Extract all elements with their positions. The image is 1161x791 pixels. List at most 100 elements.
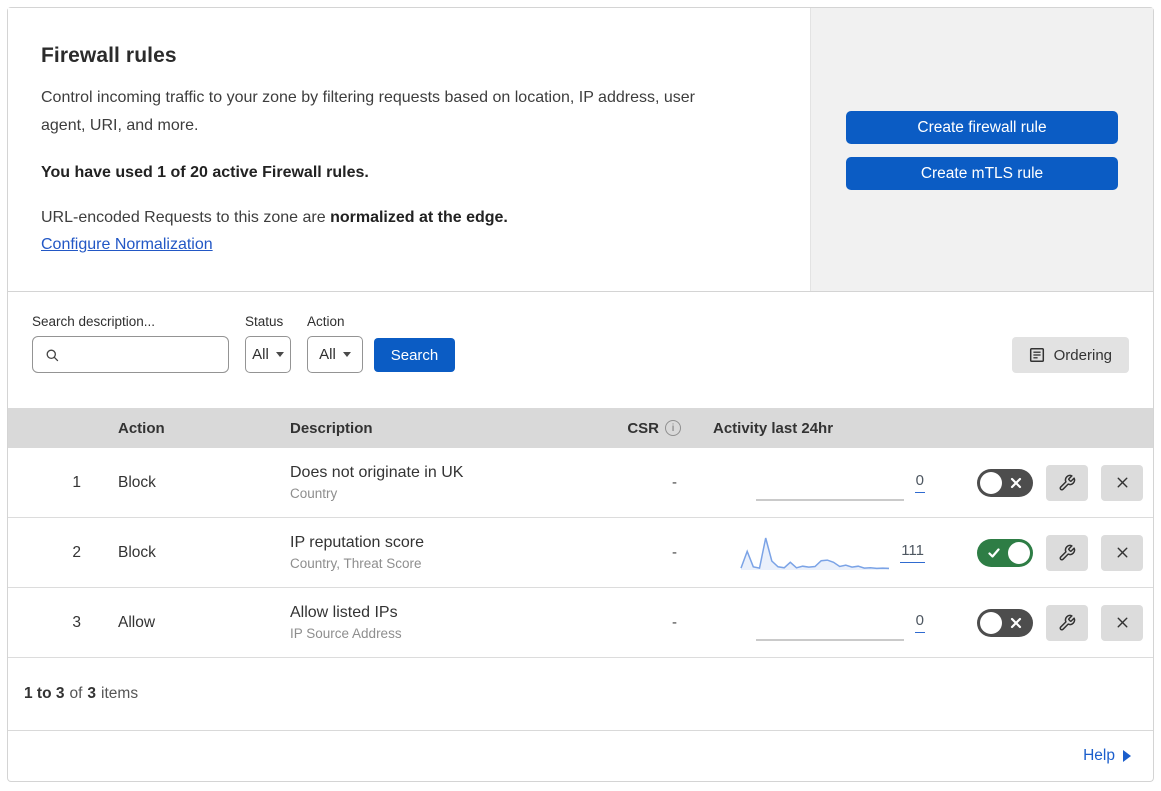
rule-csr-value: - [672,544,677,561]
create-mtls-rule-button[interactable]: Create mTLS rule [846,157,1118,190]
activity-sparkline [755,498,904,501]
normalization-bold: normalized at the edge. [330,209,508,227]
activity-sparkline [755,638,904,641]
wrench-icon [1059,474,1076,490]
edit-rule-button[interactable] [1046,604,1088,641]
rule-description: Does not originate in UK [290,464,464,481]
close-icon [1117,477,1127,488]
info-icon[interactable]: i [665,420,681,436]
ordering-button[interactable]: Ordering [1011,337,1129,373]
status-label: Status [245,314,284,329]
edit-rule-button[interactable] [1046,464,1088,501]
firewall-rules-page: Firewall rules Control incoming traffic … [7,7,1154,782]
csr-label: CSR [627,419,659,437]
rule-controls [947,464,1153,501]
items-total: 3 [87,685,97,702]
close-icon [1117,547,1127,558]
rule-description: Allow listed IPs [290,604,398,621]
rule-csr-value: - [672,614,677,631]
intro-card: Firewall rules Control incoming traffic … [8,8,810,291]
status-dropdown[interactable]: All [245,336,291,373]
rule-activity-cell: 111 [695,533,947,573]
search-box [32,336,229,373]
rule-fields: Country, Threat Score [290,556,422,571]
items-of: of [69,685,83,702]
rule-description-cell: Does not originate in UK Country [275,464,590,501]
configure-normalization-link[interactable]: Configure Normalization [41,236,213,253]
activity-sparkline [740,537,890,570]
search-button[interactable]: Search [374,338,455,372]
action-dropdown[interactable]: All [307,336,363,373]
delete-rule-button[interactable] [1101,604,1143,641]
rule-description: IP reputation score [290,534,425,551]
chevron-down-icon [342,352,351,357]
page-description: Control incoming traffic to your zone by… [41,89,695,134]
filter-bar: Search description... Status All Action … [8,292,1153,408]
rule-enabled-toggle[interactable] [977,538,1033,567]
rule-action: Block [118,543,156,561]
table-row: 3 Allow Allow listed IPs IP Source Addre… [8,588,1153,658]
column-action: Action [118,419,165,437]
chevron-down-icon [275,352,284,357]
toggle-knob [980,471,1002,494]
rule-priority: 3 [72,613,81,631]
column-csr: CSR i [590,420,695,437]
rule-fields: IP Source Address [290,626,402,641]
rule-enabled-toggle[interactable] [977,468,1033,497]
rule-action: Allow [118,613,156,631]
help-link[interactable]: Help [1083,747,1115,765]
check-icon [988,547,1000,558]
items-word: items [101,685,139,702]
rule-description-cell: IP reputation score Country, Threat Scor… [275,534,590,571]
delete-rule-button[interactable] [1101,464,1143,501]
search-input[interactable] [68,346,228,363]
delete-rule-button[interactable] [1101,534,1143,571]
items-count: 1 to 3 of 3 items [8,658,1153,730]
help-row: Help [8,730,1153,781]
normalization-text: URL-encoded Requests to this zone are [41,209,326,227]
page-title: Firewall rules [41,44,177,67]
rule-enabled-toggle[interactable] [977,608,1033,637]
wrench-icon [1059,614,1076,630]
activity-count-link[interactable]: 111 [900,542,925,563]
status-value: All [252,346,269,363]
x-icon [1010,477,1022,488]
toggle-knob [1008,541,1030,564]
rule-action: Block [118,473,156,491]
table-row: 2 Block IP reputation score Country, Thr… [8,518,1153,588]
search-label: Search description... [32,314,156,329]
rule-description-cell: Allow listed IPs IP Source Address [275,604,590,641]
table-row: 1 Block Does not originate in UK Country… [8,448,1153,518]
ordering-label: Ordering [1053,346,1112,364]
rule-controls [947,604,1153,641]
create-firewall-rule-button[interactable]: Create firewall rule [846,111,1118,144]
action-filter-label: Action [307,314,345,329]
wrench-icon [1059,544,1076,560]
activity-count-link[interactable]: 0 [914,612,925,633]
usage-summary: You have used 1 of 20 active Firewall ru… [41,164,369,182]
close-icon [1117,617,1127,628]
rule-fields: Country [290,486,338,501]
action-filter-value: All [319,346,336,363]
table-header: Action Description CSR i Activity last 2… [8,408,1153,448]
rule-csr-value: - [672,474,677,491]
column-description: Description [290,419,373,437]
rule-priority: 2 [72,543,81,561]
activity-count-link[interactable]: 0 [914,472,925,493]
list-icon [1029,347,1044,363]
search-icon [46,349,59,361]
toggle-knob [980,611,1002,634]
rule-activity-cell: 0 [695,603,947,643]
normalization-note: URL-encoded Requests to this zone are no… [41,209,777,227]
rule-controls [947,534,1153,571]
rule-activity-cell: 0 [695,463,947,503]
x-icon [1010,617,1022,628]
column-activity: Activity last 24hr [713,419,834,437]
edit-rule-button[interactable] [1046,534,1088,571]
rules-list-section: Search description... Status All Action … [7,292,1154,782]
rule-priority: 1 [72,473,81,491]
actions-panel: Create firewall rule Create mTLS rule [810,8,1153,291]
arrow-right-icon [1123,750,1131,762]
items-range: 1 to 3 [24,685,65,702]
header-section: Firewall rules Control incoming traffic … [7,7,1154,292]
